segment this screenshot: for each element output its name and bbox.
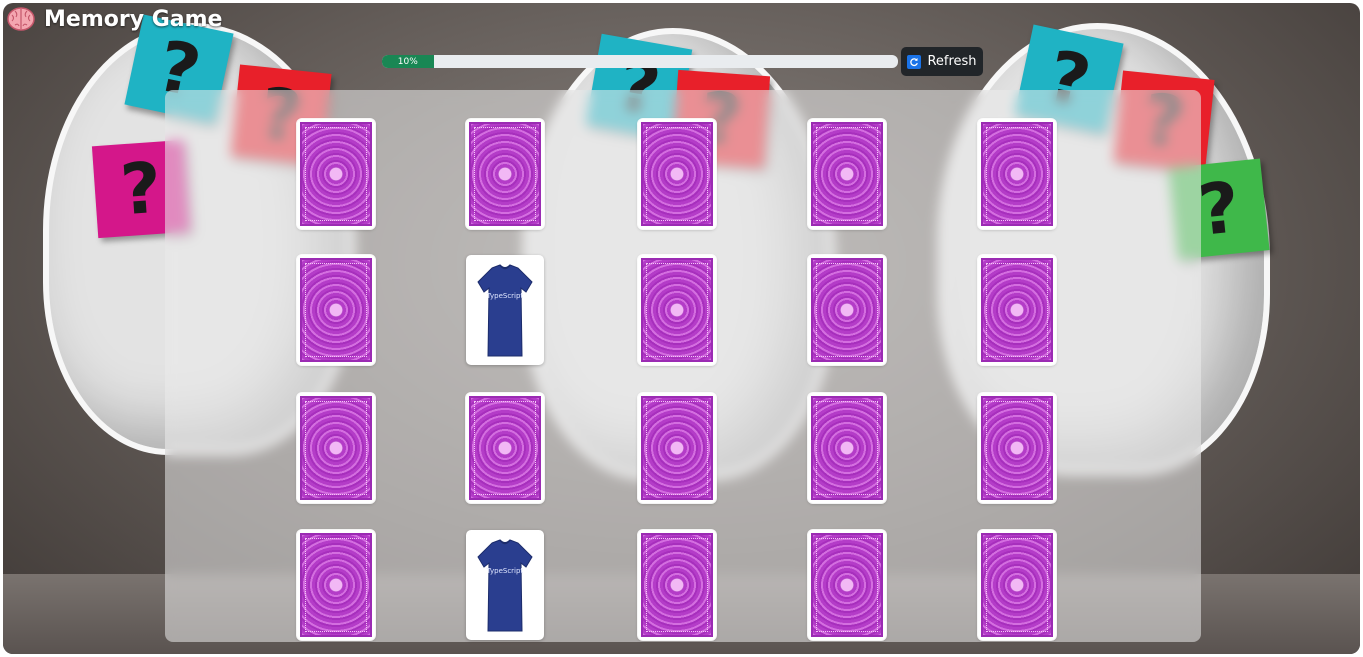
- memory-card-face-down[interactable]: [297, 255, 375, 365]
- card-back-pattern: [300, 533, 372, 637]
- memory-card-face-down[interactable]: [638, 255, 716, 365]
- card-back-pattern: [981, 122, 1053, 226]
- tshirt-icon: TypeScript: [477, 264, 533, 357]
- memory-card-face-down[interactable]: [808, 255, 886, 365]
- memory-card-face-down[interactable]: [978, 119, 1056, 229]
- refresh-label: Refresh: [927, 54, 977, 69]
- memory-card-face-down[interactable]: [297, 393, 375, 503]
- memory-card-face-up[interactable]: TypeScript: [466, 530, 544, 640]
- card-back-pattern: [300, 396, 372, 500]
- card-back-pattern: [469, 122, 541, 226]
- card-back-pattern: [641, 258, 713, 362]
- memory-card-face-down[interactable]: [808, 119, 886, 229]
- card-back-pattern: [811, 533, 883, 637]
- page-title: Memory Game: [44, 6, 223, 32]
- memory-card-face-down[interactable]: [466, 119, 544, 229]
- tshirt-icon: TypeScript: [477, 539, 533, 632]
- memory-card-face-down[interactable]: [638, 393, 716, 503]
- memory-card-face-down[interactable]: [978, 255, 1056, 365]
- card-back-pattern: [811, 122, 883, 226]
- card-back-pattern: [641, 122, 713, 226]
- card-board: TypeScript TypeScript: [165, 90, 1201, 642]
- memory-card-face-down[interactable]: [638, 530, 716, 640]
- card-back-pattern: [811, 258, 883, 362]
- shirt-brand-text: TypeScript: [486, 292, 524, 300]
- memory-card-face-down[interactable]: [978, 393, 1056, 503]
- card-back-pattern: [981, 396, 1053, 500]
- progress-bar: 10%: [382, 55, 898, 68]
- shirt-brand-text: TypeScript: [486, 567, 524, 575]
- card-back-pattern: [981, 533, 1053, 637]
- memory-card-face-down[interactable]: [297, 119, 375, 229]
- memory-card-face-up[interactable]: TypeScript: [466, 255, 544, 365]
- memory-card-face-down[interactable]: [808, 530, 886, 640]
- card-back-pattern: [981, 258, 1053, 362]
- memory-card-face-down[interactable]: [978, 530, 1056, 640]
- refresh-icon: [907, 54, 922, 69]
- card-back-pattern: [300, 122, 372, 226]
- progress-fill: 10%: [382, 55, 434, 68]
- card-back-pattern: [641, 533, 713, 637]
- refresh-button[interactable]: Refresh: [901, 47, 983, 76]
- header: Memory Game: [6, 5, 222, 33]
- card-back-pattern: [469, 396, 541, 500]
- memory-card-face-down[interactable]: [297, 530, 375, 640]
- progress-label: 10%: [397, 56, 418, 67]
- brain-icon: [7, 7, 35, 31]
- memory-card-face-down[interactable]: [466, 393, 544, 503]
- card-back-pattern: [811, 396, 883, 500]
- card-back-pattern: [300, 258, 372, 362]
- memory-card-face-down[interactable]: [638, 119, 716, 229]
- memory-card-face-down[interactable]: [808, 393, 886, 503]
- card-back-pattern: [641, 396, 713, 500]
